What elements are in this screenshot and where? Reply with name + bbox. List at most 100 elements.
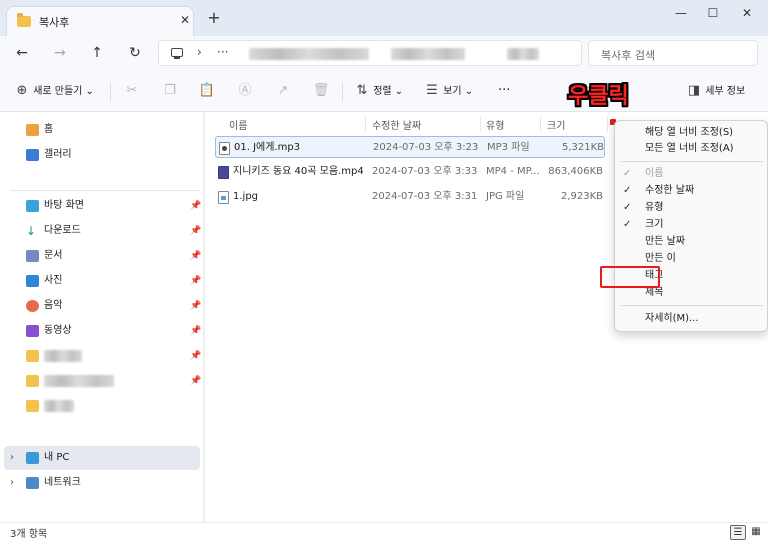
menu-item-more-columns[interactable]: 자세히(M)... bbox=[615, 311, 765, 327]
paste-icon[interactable]: 📋 bbox=[197, 81, 217, 101]
more-options-button[interactable]: ··· bbox=[498, 81, 510, 101]
column-header-size[interactable]: 크기 bbox=[547, 117, 565, 132]
toolbar-divider bbox=[110, 82, 111, 102]
details-view-icon[interactable]: ☰ bbox=[730, 525, 746, 540]
blurred-label bbox=[44, 375, 114, 387]
menu-divider bbox=[621, 161, 763, 162]
tab-current-folder[interactable]: 복사후 ✕ bbox=[6, 6, 194, 36]
details-pane-label: 세부 정보 bbox=[705, 86, 746, 97]
sidebar-item-folder[interactable] bbox=[26, 396, 202, 416]
sidebar-item-downloads[interactable]: ↓ 다운로드 📌 bbox=[26, 221, 202, 241]
sidebar-item-label: 홈 bbox=[44, 124, 54, 135]
file-size: 2,923KB bbox=[560, 191, 603, 202]
pin-icon[interactable]: 📌 bbox=[190, 271, 201, 291]
tab-close-button[interactable]: ✕ bbox=[177, 12, 193, 28]
back-button[interactable]: ← bbox=[12, 43, 32, 63]
item-count: 3개 항목 bbox=[10, 529, 48, 540]
sidebar-item-music[interactable]: 음악 📌 bbox=[26, 296, 202, 316]
navigation-bar: ← → ↑ ↻ › ··· 복사후 검색 bbox=[0, 36, 768, 70]
audio-file-icon bbox=[219, 142, 230, 155]
sidebar-item-label: 음악 bbox=[44, 300, 63, 311]
column-divider[interactable] bbox=[540, 116, 541, 132]
check-icon: ✓ bbox=[623, 185, 632, 196]
details-pane-button[interactable]: ◨ 세부 정보 bbox=[686, 81, 745, 101]
pin-icon[interactable]: 📌 bbox=[190, 296, 201, 316]
sidebar-item-label: 다운로드 bbox=[44, 225, 81, 236]
tiles-view-icon[interactable]: ▦ bbox=[748, 525, 764, 540]
menu-item-fit-all[interactable]: 모든 열 너비 조정(A) bbox=[615, 141, 765, 157]
cut-icon[interactable]: ✂ bbox=[122, 81, 142, 101]
sidebar-item-label: 사진 bbox=[44, 275, 63, 286]
column-header-date[interactable]: 수정한 날짜 bbox=[372, 117, 421, 132]
sidebar-item-documents[interactable]: 문서 📌 bbox=[26, 246, 202, 266]
column-divider[interactable] bbox=[480, 116, 481, 132]
column-header-type[interactable]: 유형 bbox=[486, 117, 504, 132]
pin-icon[interactable]: 📌 bbox=[190, 221, 201, 241]
menu-item-col-type[interactable]: ✓ 유형 bbox=[615, 200, 765, 216]
menu-item-col-author[interactable]: 만든 이 bbox=[615, 251, 765, 267]
file-row[interactable]: 1.jpg 2024-07-03 오후 3:31 JPG 파일 2,923KB bbox=[215, 186, 605, 208]
new-button-label: 새로 만들기 ⌄ bbox=[33, 86, 94, 97]
sidebar-item-folder[interactable]: 📌 bbox=[26, 371, 202, 391]
refresh-button[interactable]: ↻ bbox=[125, 43, 145, 63]
menu-item-label: 크기 bbox=[645, 219, 664, 230]
chevron-right-icon[interactable]: › bbox=[10, 477, 14, 488]
pin-icon[interactable]: 📌 bbox=[190, 321, 201, 341]
sidebar-item-this-pc[interactable]: 내 PC bbox=[26, 448, 202, 468]
menu-item-col-created[interactable]: 만든 날짜 bbox=[615, 234, 765, 250]
navigation-pane: 홈 갤러리 바탕 화면 📌 ↓ 다운로드 📌 문서 📌 사진 📌 음악 📌 동영… bbox=[0, 112, 204, 522]
view-button[interactable]: ☰ 보기 ⌄ bbox=[424, 81, 473, 101]
document-icon bbox=[26, 250, 39, 262]
breadcrumb-overflow[interactable]: ··· bbox=[217, 45, 228, 59]
new-tab-button[interactable]: + bbox=[205, 10, 223, 28]
blurred-label bbox=[44, 350, 82, 362]
up-button[interactable]: ↑ bbox=[87, 43, 107, 63]
sidebar-item-folder[interactable]: 📌 bbox=[26, 346, 202, 366]
desktop-icon bbox=[26, 200, 39, 212]
folder-icon bbox=[17, 13, 31, 27]
column-divider[interactable] bbox=[607, 116, 608, 132]
pin-icon[interactable]: 📌 bbox=[190, 346, 201, 366]
sort-button[interactable]: ⇅ 정렬 ⌄ bbox=[354, 81, 404, 101]
menu-item-label: 자세히(M)... bbox=[645, 313, 699, 324]
address-bar[interactable]: › ··· bbox=[158, 40, 582, 66]
rename-icon[interactable]: Ⓐ bbox=[235, 81, 255, 101]
menu-item-col-modified[interactable]: ✓ 수정한 날짜 bbox=[615, 183, 765, 199]
network-icon bbox=[26, 477, 39, 489]
column-header-name[interactable]: 이름 bbox=[229, 117, 247, 132]
menu-item-col-name[interactable]: ✓ 이름 bbox=[615, 166, 765, 182]
right-click-annotation: 우클릭 bbox=[568, 84, 629, 109]
pin-icon[interactable]: 📌 bbox=[190, 246, 201, 266]
file-size: 5,321KB bbox=[561, 142, 604, 153]
file-row[interactable]: 지니키즈 동요 40곡 모음.mp4 2024-07-03 오후 3:33 MP… bbox=[215, 161, 605, 183]
pin-icon[interactable]: 📌 bbox=[190, 196, 201, 216]
video-icon bbox=[26, 325, 39, 337]
column-divider[interactable] bbox=[365, 116, 366, 132]
folder-icon bbox=[26, 375, 39, 387]
new-button[interactable]: ⊕ 새로 만들기 ⌄ bbox=[14, 81, 94, 101]
share-icon[interactable]: ↗ bbox=[273, 81, 293, 101]
menu-item-fit-column[interactable]: 해당 열 너비 조정(S) bbox=[615, 125, 765, 141]
sidebar-item-videos[interactable]: 동영상 📌 bbox=[26, 321, 202, 341]
sidebar-item-pictures[interactable]: 사진 📌 bbox=[26, 271, 202, 291]
search-box[interactable]: 복사후 검색 bbox=[588, 40, 758, 66]
pin-icon[interactable]: 📌 bbox=[190, 371, 201, 391]
copy-icon[interactable]: ❐ bbox=[160, 81, 180, 101]
delete-icon[interactable]: 🗑 bbox=[311, 81, 331, 101]
file-type: MP3 파일 bbox=[487, 142, 530, 153]
check-icon: ✓ bbox=[623, 202, 632, 213]
chevron-right-icon[interactable]: › bbox=[10, 452, 14, 463]
pc-icon bbox=[171, 48, 183, 59]
close-window-button[interactable]: ✕ bbox=[732, 4, 762, 22]
maximize-button[interactable]: ☐ bbox=[698, 4, 728, 22]
forward-button[interactable]: → bbox=[50, 43, 70, 63]
check-icon: ✓ bbox=[623, 168, 632, 179]
file-row[interactable]: 01. J에게.mp3 2024-07-03 오후 3:23 MP3 파일 5,… bbox=[215, 136, 605, 158]
sidebar-item-home[interactable]: 홈 bbox=[26, 120, 202, 140]
sidebar-item-gallery[interactable]: 갤러리 bbox=[26, 145, 202, 165]
file-name: 01. J에게.mp3 bbox=[234, 142, 301, 153]
menu-item-col-size[interactable]: ✓ 크기 bbox=[615, 217, 765, 233]
minimize-button[interactable]: — bbox=[666, 4, 696, 22]
sidebar-item-network[interactable]: 네트워크 bbox=[26, 473, 202, 493]
sidebar-item-desktop[interactable]: 바탕 화면 📌 bbox=[26, 196, 202, 216]
